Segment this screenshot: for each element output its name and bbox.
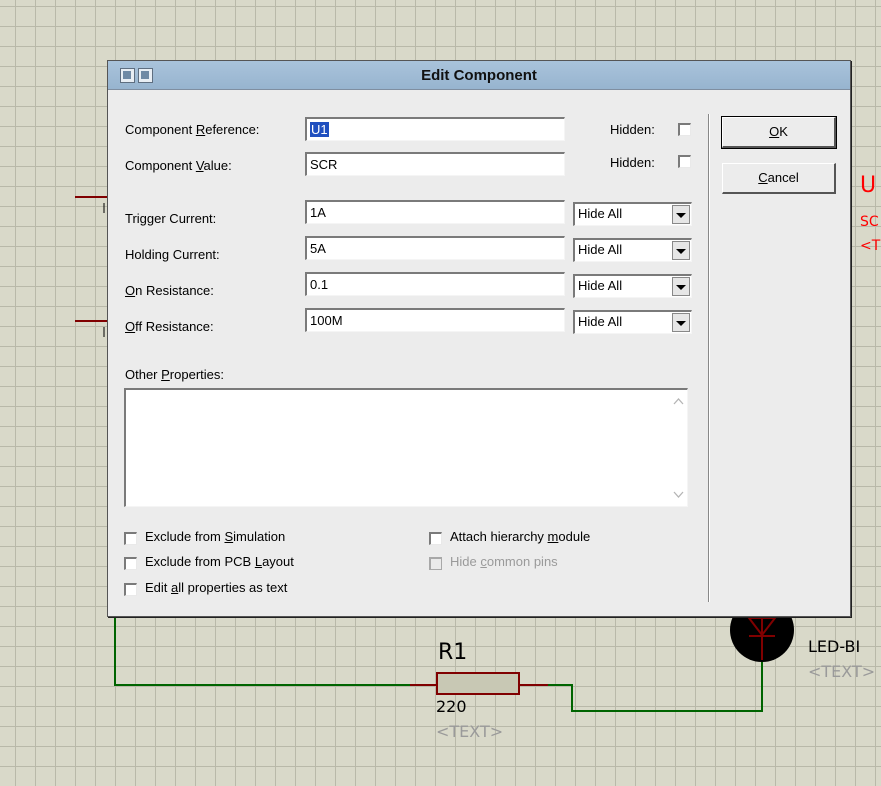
- vertical-scrollbar[interactable]: [670, 390, 687, 506]
- cancel-button[interactable]: Cancel: [722, 163, 836, 194]
- component-reference-label: Component Reference:: [125, 122, 260, 137]
- value-hidden-checkbox[interactable]: [678, 155, 691, 168]
- scroll-down-icon[interactable]: [670, 486, 687, 503]
- exclude-pcb-label[interactable]: Exclude from PCB Layout: [145, 554, 294, 569]
- trigger-current-input[interactable]: 1A: [305, 200, 565, 224]
- on-resistance-label: On Resistance:: [125, 283, 214, 298]
- attach-hierarchy-label[interactable]: Attach hierarchy module: [450, 529, 590, 544]
- on-resistance-input[interactable]: 0.1: [305, 272, 565, 296]
- other-properties-textarea[interactable]: [124, 388, 688, 507]
- component-value-text: SCR: [310, 157, 338, 172]
- value-hidden-label: Hidden:: [610, 155, 655, 170]
- scroll-up-icon[interactable]: [670, 393, 687, 410]
- component-reference-value: U1: [310, 122, 329, 137]
- d1-value: LED-BI: [808, 637, 861, 656]
- reference-hidden-label: Hidden:: [610, 122, 655, 137]
- edit-component-dialog: Edit Component Component Reference: U1 H…: [107, 60, 851, 617]
- wire-left[interactable]: [114, 615, 410, 686]
- d1-text: <TEXT>: [808, 662, 876, 681]
- dialog-title: Edit Component: [421, 67, 537, 84]
- ok-button[interactable]: OK: [721, 116, 837, 149]
- holding-current-label: Holding Current:: [125, 247, 220, 262]
- u1-text: <T: [860, 238, 881, 254]
- chevron-down-icon[interactable]: [672, 241, 690, 260]
- chevron-down-icon[interactable]: [672, 205, 690, 224]
- attach-hierarchy-checkbox[interactable]: [429, 532, 442, 545]
- dialog-titlebar[interactable]: Edit Component: [108, 61, 850, 90]
- component-value-input[interactable]: SCR: [305, 152, 565, 176]
- hide-common-pins-checkbox: [429, 557, 442, 570]
- exclude-simulation-checkbox[interactable]: [124, 532, 137, 545]
- edit-all-text-checkbox[interactable]: [124, 583, 137, 596]
- trigger-current-visibility-select[interactable]: Hide All: [573, 202, 692, 226]
- chevron-down-icon[interactable]: [672, 313, 690, 332]
- hide-common-pins-label: Hide common pins: [450, 554, 558, 569]
- u1-value: SC: [860, 214, 879, 230]
- component-value-label: Component Value:: [125, 158, 232, 173]
- trigger-current-label: Trigger Current:: [125, 211, 217, 226]
- r1-text: <TEXT>: [436, 722, 504, 741]
- holding-current-input[interactable]: 5A: [305, 236, 565, 260]
- exclude-pcb-checkbox[interactable]: [124, 557, 137, 570]
- on-resistance-visibility-select[interactable]: Hide All: [573, 274, 692, 298]
- u1-reference: U: [860, 173, 877, 198]
- component-reference-input[interactable]: U1: [305, 117, 565, 141]
- off-resistance-input[interactable]: 100M: [305, 308, 565, 332]
- holding-current-visibility-select[interactable]: Hide All: [573, 238, 692, 262]
- edit-all-text-label[interactable]: Edit all properties as text: [145, 580, 287, 595]
- r1-body[interactable]: [436, 672, 520, 695]
- off-resistance-visibility-select[interactable]: Hide All: [573, 310, 692, 334]
- other-properties-label: Other Properties:: [125, 367, 224, 382]
- wire-right[interactable]: [548, 660, 763, 712]
- exclude-simulation-label[interactable]: Exclude from Simulation: [145, 529, 285, 544]
- chevron-down-icon[interactable]: [672, 277, 690, 296]
- vertical-separator: [708, 114, 710, 602]
- off-resistance-label: Off Resistance:: [125, 319, 214, 334]
- r1-reference: R1: [438, 640, 468, 665]
- reference-hidden-checkbox[interactable]: [678, 123, 691, 136]
- r1-value: 220: [436, 697, 467, 716]
